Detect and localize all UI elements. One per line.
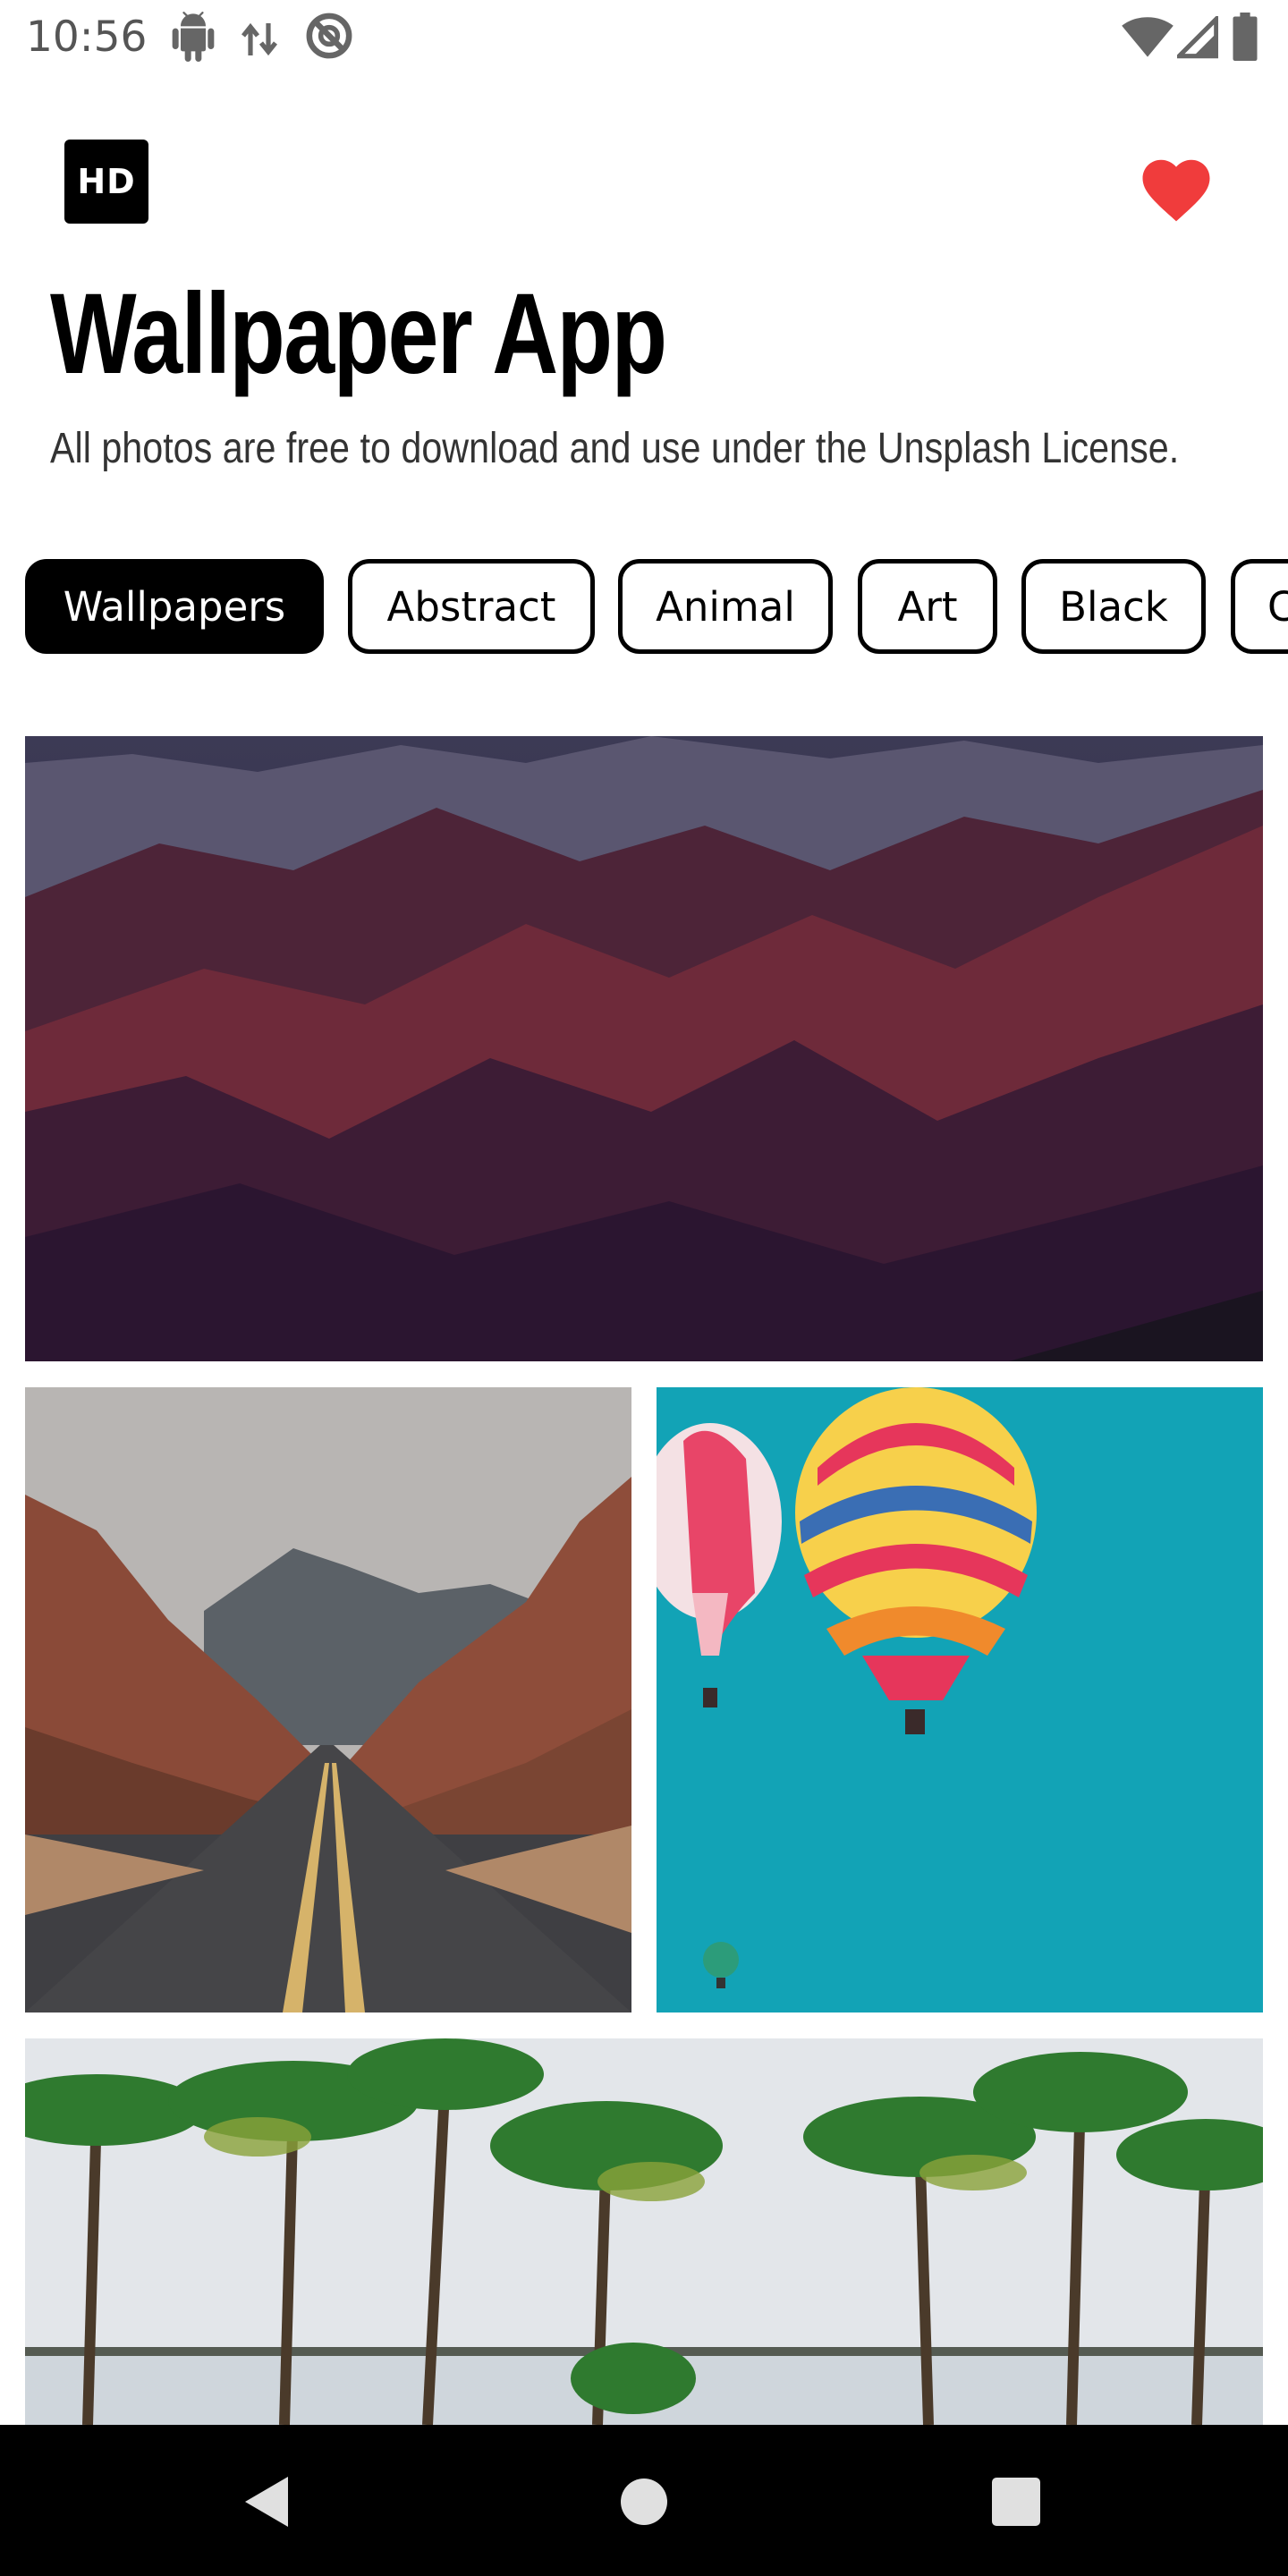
desert-road-photo	[25, 1387, 631, 2012]
wallpaper-desert-road[interactable]	[25, 1387, 631, 2012]
chip-animal[interactable]: Animal	[618, 559, 833, 654]
category-chips: Wallpapers Abstract Animal Art Black C	[25, 559, 1288, 663]
chip-art[interactable]: Art	[858, 559, 997, 654]
do-not-disturb-icon	[306, 13, 352, 59]
mountains-photo	[25, 736, 1263, 1361]
status-bar: 10:56	[0, 0, 1288, 75]
recents-icon[interactable]	[992, 2478, 1040, 2526]
chip-abstract[interactable]: Abstract	[348, 559, 595, 654]
home-icon[interactable]	[620, 2478, 668, 2526]
page-subtitle: All photos are free to download and use …	[50, 425, 1180, 472]
heart-icon	[1142, 159, 1210, 222]
battery-icon	[1233, 13, 1258, 61]
palm-trees-photo	[25, 2038, 1263, 2425]
navigation-bar	[0, 2425, 1288, 2576]
status-time: 10:56	[26, 13, 148, 62]
hot-air-balloons-photo	[657, 1387, 1263, 2012]
chip-wallpapers[interactable]: Wallpapers	[25, 559, 324, 654]
signal-icon	[1177, 16, 1218, 59]
chip-black[interactable]: Black	[1021, 559, 1206, 654]
page-title: Wallpaper App	[50, 270, 667, 398]
back-icon[interactable]	[242, 2475, 292, 2529]
chip-more[interactable]: C	[1231, 559, 1288, 654]
wallpaper-balloons[interactable]	[657, 1387, 1263, 2012]
wallpaper-mountains[interactable]	[25, 736, 1263, 1361]
data-transfer-icon	[242, 22, 277, 56]
hd-logo: HD	[64, 140, 148, 224]
wallpaper-palms[interactable]	[25, 2038, 1263, 2425]
wifi-icon	[1122, 17, 1174, 57]
android-icon	[172, 12, 215, 62]
favorites-button[interactable]	[1136, 150, 1216, 222]
